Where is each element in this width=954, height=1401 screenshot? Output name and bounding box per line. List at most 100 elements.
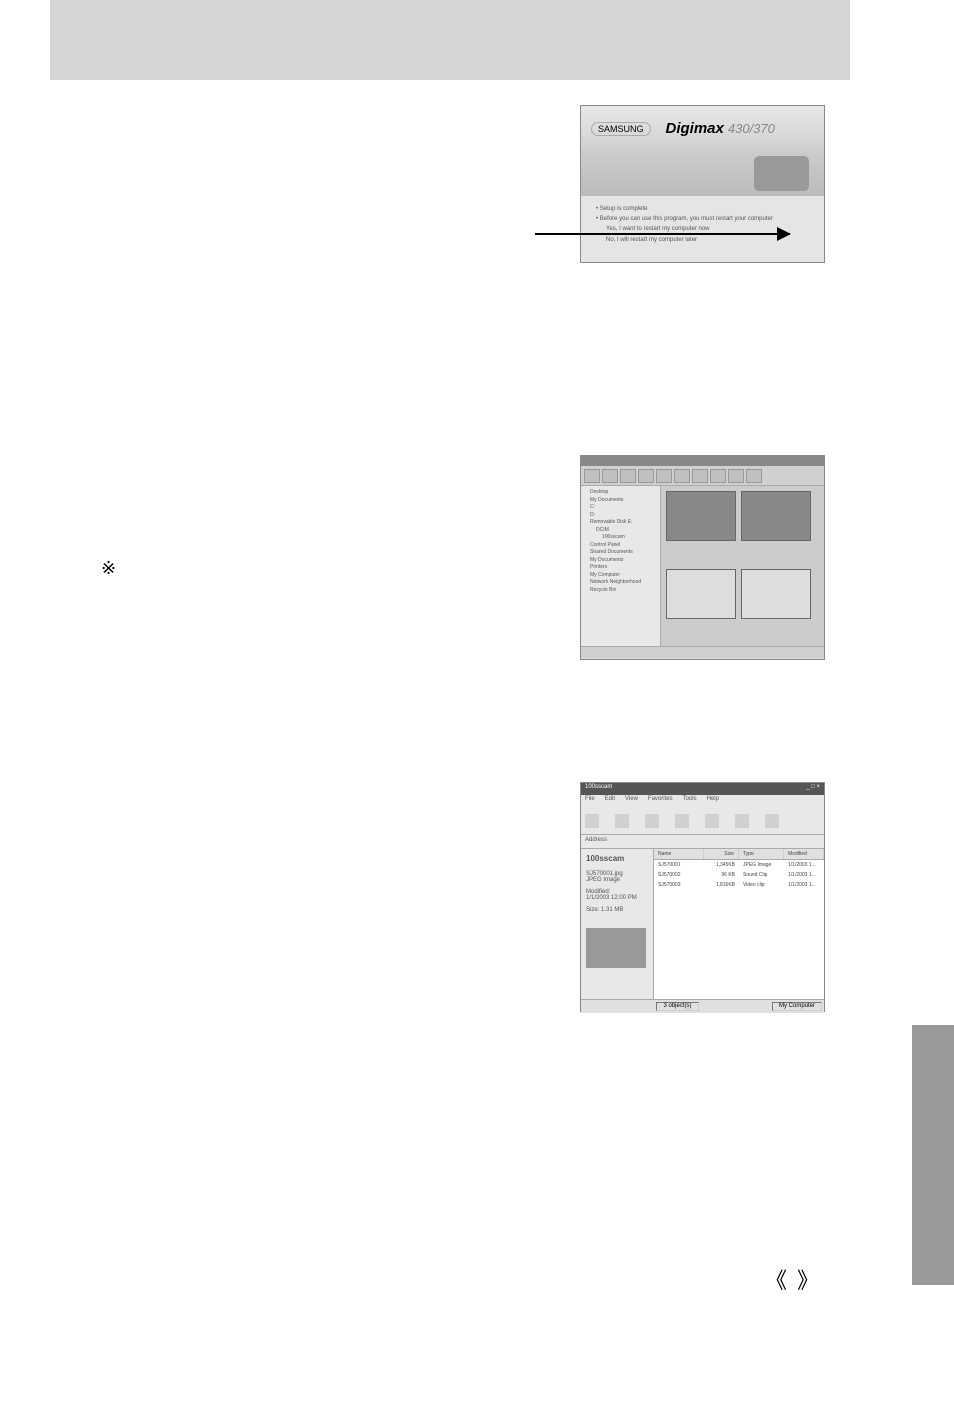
file-modified: 1/1/2003 12:00 PM [586, 895, 648, 901]
file-name: SJ570002 [654, 871, 704, 879]
file-type-cell: Sound Clip [739, 871, 784, 879]
toolbar-button [674, 469, 690, 483]
explorer-sidepanel: 100sscam SJ570001.jpg JPEG Image Modifie… [581, 849, 654, 999]
filelist-header: Name Size Type Modified [654, 849, 824, 860]
viewer-thumbnails [661, 486, 824, 646]
brand-logo: SAMSUNG [591, 122, 651, 136]
header-bar [50, 0, 850, 80]
address-label: Address [585, 837, 607, 843]
tree-node: Network Neighborhood [584, 579, 657, 587]
forward-icon [615, 814, 629, 828]
tree-node: 100sscam [584, 534, 657, 542]
viewer-statusbar [581, 646, 824, 658]
toolbar-button [710, 469, 726, 483]
file-row: SJ570001 1,345KB JPEG Image 1/1/2003 1..… [654, 860, 824, 870]
toolbar-button [746, 469, 762, 483]
toolbar-button [602, 469, 618, 483]
col-size: Size [704, 849, 739, 859]
tree-node: My Documents [584, 497, 657, 505]
toolbar-button [692, 469, 708, 483]
screenshot-explorer: 100sscam _ □ × File Edit View Favorites … [580, 782, 825, 1012]
file-row: SJ570002 96 KB Sound Clip 1/1/2003 1... [654, 870, 824, 880]
installer-subtext: • Before you can use this program, you m… [596, 214, 809, 224]
tree-node: Control Panel [584, 542, 657, 550]
file-size-cell: 1,816KB [704, 881, 739, 889]
window-controls: _ □ × [806, 784, 820, 794]
tree-node: DCIM [584, 527, 657, 535]
explorer-title-text: 100sscam [585, 784, 612, 794]
col-name: Name [654, 849, 704, 859]
toolbar-button [638, 469, 654, 483]
tree-node: Removable Disk E: [584, 519, 657, 527]
up-icon [645, 814, 659, 828]
toolbar-button [620, 469, 636, 483]
callout-arrow [535, 233, 790, 235]
explorer-toolbar [581, 807, 824, 835]
toolbar-button [656, 469, 672, 483]
file-name: SJ570003 [654, 881, 704, 889]
camera-icon [754, 156, 809, 191]
side-tab [912, 1025, 954, 1285]
thumbnail [741, 569, 811, 619]
product-name: Digimax [666, 120, 724, 137]
status-right: My Computer [772, 1002, 822, 1011]
tree-node: D: [584, 512, 657, 520]
screenshot-viewer: Desktop My Documents C: D: Removable Dis… [580, 455, 825, 660]
history-icon [735, 814, 749, 828]
file-size-cell: 96 KB [704, 871, 739, 879]
file-size: 1.31 MB [601, 907, 623, 913]
page-mark-right: 》 [797, 1268, 829, 1293]
file-row: SJ570003 1,816KB Video clip 1/1/2003 1..… [654, 880, 824, 890]
tree-node: Desktop [584, 489, 657, 497]
file-name: SJ570001 [654, 861, 704, 869]
folder-name: 100sscam [586, 854, 648, 863]
menu-item: Favorites [648, 796, 673, 806]
file-type: JPEG Image [586, 877, 648, 883]
file-mod-cell: 1/1/2003 1... [784, 881, 824, 889]
menu-item: Edit [605, 796, 615, 806]
file-mod-cell: 1/1/2003 1... [784, 871, 824, 879]
col-modified: Modified [784, 849, 824, 859]
installer-options: • Setup is complete • Before you can use… [581, 196, 824, 253]
tree-node: C: [584, 504, 657, 512]
tree-node: Printers [584, 564, 657, 572]
menu-item: Tools [683, 796, 697, 806]
preview-thumbnail [586, 928, 646, 968]
page-mark-left: 《 [765, 1268, 797, 1293]
viewer-toolbar [581, 466, 824, 486]
thumbnail [666, 491, 736, 541]
menu-item: View [625, 796, 638, 806]
installer-heading: • Setup is complete [596, 204, 809, 214]
viewer-titlebar [581, 456, 824, 466]
file-size-cell: 1,345KB [704, 861, 739, 869]
file-mod-cell: 1/1/2003 1... [784, 861, 824, 869]
thumbnail [741, 491, 811, 541]
viewer-tree: Desktop My Documents C: D: Removable Dis… [581, 486, 661, 646]
product-model: 430/370 [728, 121, 775, 136]
toolbar-button [728, 469, 744, 483]
status-left: 3 object(s) [656, 1002, 698, 1011]
tree-node: Recycle Bin [584, 587, 657, 595]
page-marks: 《》 [765, 1263, 829, 1295]
views-icon [765, 814, 779, 828]
back-icon [585, 814, 599, 828]
tree-node: Shared Documents [584, 549, 657, 557]
installer-hero [581, 151, 824, 196]
menu-item: Help [707, 796, 719, 806]
thumbnail [666, 569, 736, 619]
explorer-menubar: File Edit View Favorites Tools Help [581, 795, 824, 807]
explorer-statusbar: 3 object(s) My Computer [581, 999, 824, 1013]
file-type-cell: JPEG Image [739, 861, 784, 869]
file-size-label: Size: [586, 907, 599, 913]
explorer-titlebar: 100sscam _ □ × [581, 783, 824, 795]
reference-mark: ※ [101, 558, 116, 579]
toolbar-button [584, 469, 600, 483]
explorer-addressbar: Address [581, 835, 824, 849]
file-type-cell: Video clip [739, 881, 784, 889]
explorer-filelist: Name Size Type Modified SJ570001 1,345KB… [654, 849, 824, 999]
folders-icon [705, 814, 719, 828]
tree-node: My Computer [584, 572, 657, 580]
tree-node: My Documents [584, 557, 657, 565]
search-icon [675, 814, 689, 828]
col-type: Type [739, 849, 784, 859]
